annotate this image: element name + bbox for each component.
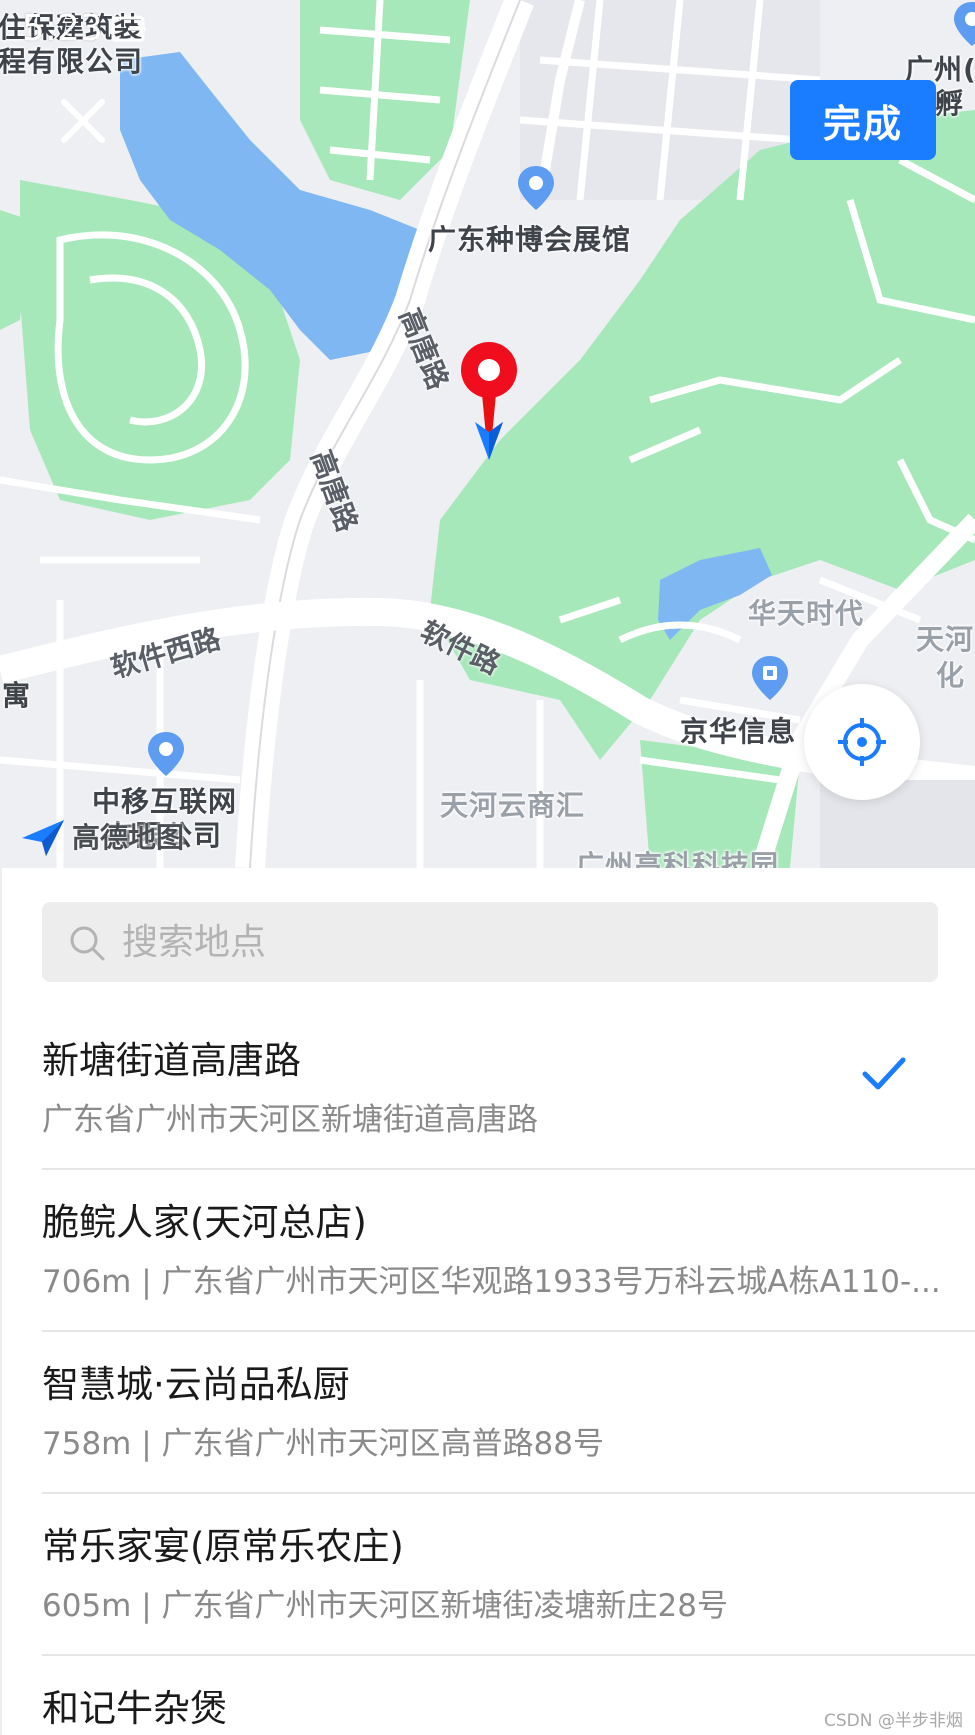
watermark: CSDN @半步非烟 <box>824 1711 963 1731</box>
result-title: 智慧城·云尚品私厨 <box>42 1363 350 1406</box>
result-address: 广东省广州市天河区新塘街道高唐路 <box>42 1102 538 1138</box>
list-item[interactable]: 智慧城·云尚品私厨 758m | 广东省广州市天河区高普路88号 <box>42 1332 975 1494</box>
poi-pin-icon[interactable] <box>146 730 186 778</box>
result-title: 常乐家宴(原常乐农庄) <box>42 1525 404 1568</box>
map-label-apartment: 寓 <box>2 679 32 712</box>
result-title: 和记牛杂煲 <box>42 1687 227 1730</box>
result-title: 新塘街道高唐路 <box>42 1039 301 1082</box>
map-label-huatian: 华天时代 <box>748 597 865 630</box>
poi-pin-icon[interactable] <box>952 0 975 48</box>
search-input[interactable] <box>118 902 922 982</box>
location-panel: 新塘街道高唐路 广东省广州市天河区新塘街道高唐路 脆鲩人家(天河总店) 706m… <box>0 868 975 1735</box>
result-address: 605m | 广东省广州市天河区新塘街凌塘新庄28号 <box>42 1588 728 1624</box>
search-icon <box>70 926 105 961</box>
result-address: 758m | 广东省广州市天河区高普路88号 <box>42 1426 604 1462</box>
amap-logo-text: 高德地图 <box>72 821 185 854</box>
poi-pin-icon[interactable] <box>750 654 790 702</box>
search-box[interactable] <box>42 902 938 982</box>
map-label-top-right-2: 孵 <box>935 87 965 120</box>
result-title: 脆鲩人家(天河总店) <box>42 1201 367 1244</box>
result-address: 706m | 广东省广州市天河区华观路1933号万科云城A栋A110-... <box>42 1264 941 1300</box>
amap-logo-icon <box>22 820 64 856</box>
map-label-tianhe-cloud: 天河云商汇 <box>440 789 586 822</box>
done-button[interactable]: 完成 <box>790 80 936 160</box>
list-item[interactable]: 新塘街道高唐路 广东省广州市天河区新塘街道高唐路 <box>42 1008 975 1170</box>
list-item[interactable]: 常乐家宴(原常乐农庄) 605m | 广东省广州市天河区新塘街凌塘新庄28号 <box>42 1494 975 1656</box>
map-label-jinghua[interactable]: 京华信息 <box>680 710 796 750</box>
status-bar-time: 5:23 <box>22 8 103 49</box>
poi-pin-icon[interactable] <box>516 164 556 212</box>
map-view[interactable]: 住保建筑装 程有限公司 广州( 孵 广东种博会展馆 高唐路 高唐路 软件西路 软… <box>0 0 975 868</box>
check-icon <box>862 1057 906 1090</box>
map-label-expo-center[interactable]: 广东种博会展馆 <box>428 218 631 258</box>
list-item[interactable]: 脆鲩人家(天河总店) 706m | 广东省广州市天河区华观路1933号万科云城A… <box>42 1170 975 1332</box>
map-label-tech-park: 广州高科科技园 <box>576 849 780 868</box>
map-pin-icon[interactable] <box>456 340 522 460</box>
locate-button[interactable] <box>804 684 920 800</box>
close-icon[interactable] <box>56 94 110 148</box>
screen-cast-icon <box>111 16 147 42</box>
map-label-tianhe-right-1: 天河 <box>916 623 975 656</box>
map-label-tianhe-right-2: 化 <box>936 659 966 692</box>
locate-icon <box>838 718 886 766</box>
